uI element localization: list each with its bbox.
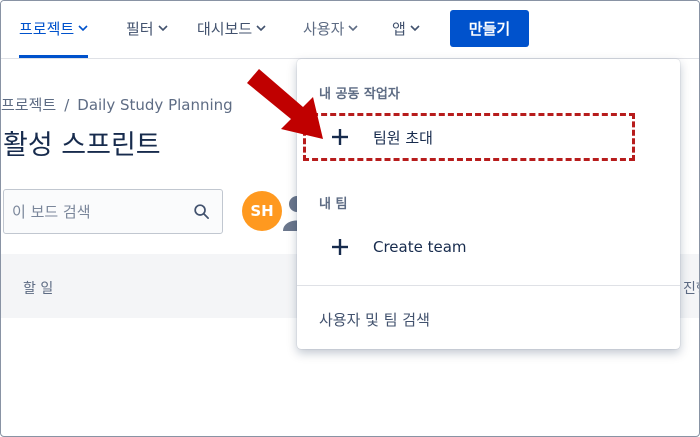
nav-apps-label: 앱 — [392, 19, 406, 38]
chevron-down-icon — [158, 25, 168, 32]
nav-projects-label: 프로젝트 — [19, 19, 75, 38]
divider — [297, 285, 680, 286]
page-title: 활성 스프린트 — [3, 130, 161, 161]
section-my-teams: 내 팀 — [319, 197, 348, 212]
create-team-label: Create team — [373, 238, 467, 256]
nav-projects[interactable]: 프로젝트 — [19, 17, 89, 58]
avatar[interactable]: SH — [242, 191, 282, 231]
nav-users-label: 사용자 — [303, 19, 345, 38]
breadcrumb-separator: / — [64, 96, 70, 114]
pointer-arrow-icon — [247, 69, 323, 139]
create-button[interactable]: 만들기 — [450, 10, 529, 47]
search-people-teams[interactable]: 사용자 및 팀 검색 — [319, 309, 430, 330]
search-icon — [194, 204, 209, 219]
breadcrumb-project[interactable]: Daily Study Planning — [77, 96, 232, 114]
board-search[interactable] — [3, 189, 223, 234]
top-nav: 프로젝트 필터 대시보드 사용자 앱 만들기 — [1, 1, 699, 59]
users-dropdown-menu: 내 공동 작업자 팀원 초대 내 팀 Create team 사용자 및 팀 검… — [297, 59, 680, 349]
nav-filters[interactable]: 필터 — [126, 17, 168, 39]
breadcrumb: 프로젝트 / Daily Study Planning — [1, 94, 233, 115]
nav-apps[interactable]: 앱 — [392, 17, 420, 39]
nav-users[interactable]: 사용자 — [303, 17, 358, 39]
chevron-down-icon — [78, 25, 88, 32]
board-search-input[interactable] — [12, 200, 182, 224]
chevron-down-icon — [410, 25, 420, 32]
plus-icon — [332, 239, 348, 255]
chevron-down-icon — [348, 25, 358, 32]
chevron-down-icon — [256, 25, 266, 32]
app-window: 프로젝트 필터 대시보드 사용자 앱 만들기 프로젝트 / Daily Study … — [0, 0, 700, 437]
nav-filters-label: 필터 — [126, 19, 154, 38]
column-in-progress: 진행 — [683, 281, 699, 297]
highlight-box — [303, 113, 635, 161]
column-todo: 할 일 — [23, 281, 54, 297]
nav-dashboards-label: 대시보드 — [197, 19, 253, 38]
nav-dashboards[interactable]: 대시보드 — [197, 17, 266, 39]
breadcrumb-projects[interactable]: 프로젝트 — [1, 96, 56, 114]
create-team-item[interactable]: Create team — [297, 225, 680, 269]
